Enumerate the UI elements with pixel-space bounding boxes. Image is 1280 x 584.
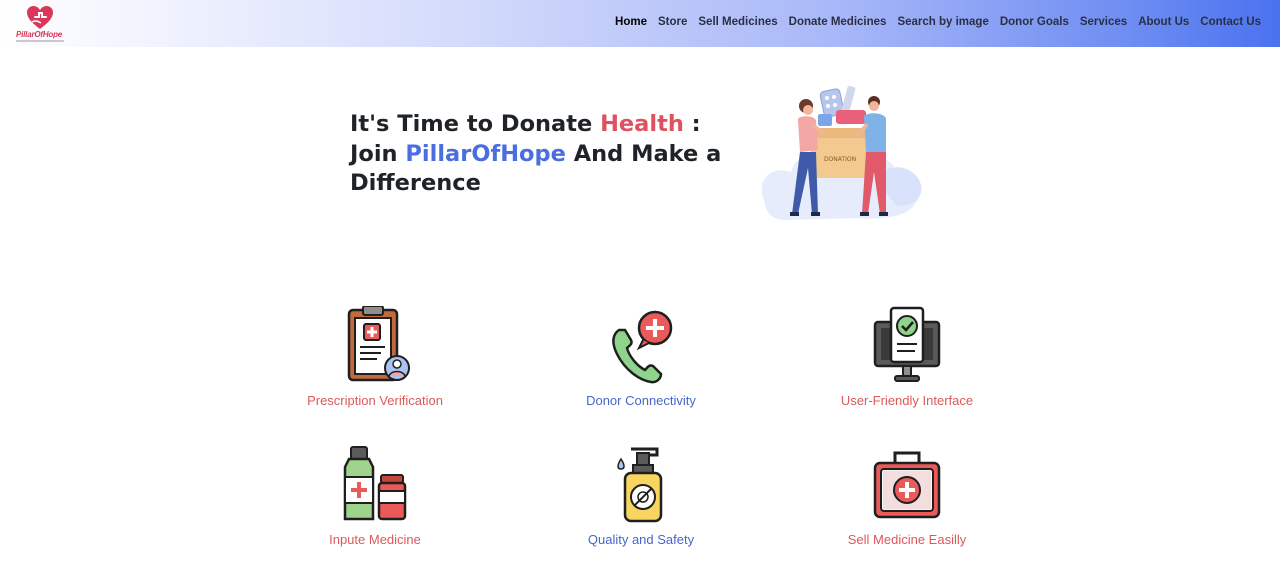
nav-about-us[interactable]: About Us <box>1138 16 1189 28</box>
brand-logo[interactable]: PillarOfHope <box>14 5 66 43</box>
nav-contact-us[interactable]: Contact Us <box>1200 16 1261 28</box>
feature-label: Inpute Medicine <box>329 532 421 547</box>
nav-store[interactable]: Store <box>658 16 687 28</box>
nav-search-by-image[interactable]: Search by image <box>897 16 988 28</box>
feature-prescription-verification: Prescription Verification <box>260 306 490 408</box>
nav-services[interactable]: Services <box>1080 16 1127 28</box>
phone-medical-icon <box>612 310 673 384</box>
hero-line1-text: It's Time to Donate <box>350 111 601 137</box>
nav-home[interactable]: Home <box>615 16 647 28</box>
donation-illustration: DONATION <box>761 85 922 220</box>
feature-donor-connectivity: Donor Connectivity <box>526 306 756 408</box>
sanitizer-bottle-icon <box>617 447 663 523</box>
feature-label: Sell Medicine Easilly <box>847 532 967 547</box>
prescription-clipboard-icon <box>347 306 410 382</box>
hero-highlight-brand: PillarOfHope <box>405 140 566 167</box>
feature-label: Prescription Verification <box>307 393 443 408</box>
feature-label: Donor Connectivity <box>586 393 696 408</box>
hero-line2-text: Join <box>350 140 406 167</box>
hero-line3-text: Difference <box>350 170 481 196</box>
brand-tagline <box>16 40 64 42</box>
feature-quality-and-safety: Quality and Safety <box>526 445 756 547</box>
feature-inpute-medicine: Inpute Medicine <box>260 445 490 547</box>
hero-line1-colon: : <box>683 111 701 137</box>
medicine-bottles-icon <box>343 446 407 521</box>
feature-label: User-Friendly Interface <box>840 393 974 408</box>
heart-hand-icon <box>27 6 53 29</box>
monitor-check-icon <box>873 306 941 382</box>
nav-donate-medicines[interactable]: Donate Medicines <box>789 16 887 28</box>
first-aid-kit-icon <box>873 451 941 519</box>
hero-highlight-health: Health <box>600 111 684 137</box>
nav-sell-medicines[interactable]: Sell Medicines <box>698 16 777 28</box>
hero-line2-tail: And Make a <box>565 140 722 167</box>
brand-name: PillarOfHope <box>16 30 63 39</box>
feature-sell-medicine-easily: Sell Medicine Easilly <box>792 445 1022 547</box>
top-navbar: PillarOfHope Home Store Sell Medicines D… <box>0 0 1280 47</box>
hero-heading: It's Time to Donate Health : Join Pillar… <box>350 110 750 199</box>
box-label: DONATION <box>824 156 856 163</box>
feature-label: Quality and Safety <box>587 532 695 547</box>
feature-user-friendly-interface: User-Friendly Interface <box>792 306 1022 408</box>
main-nav: Home Store Sell Medicines Donate Medicin… <box>615 16 1261 28</box>
nav-donor-goals[interactable]: Donor Goals <box>1000 16 1069 28</box>
